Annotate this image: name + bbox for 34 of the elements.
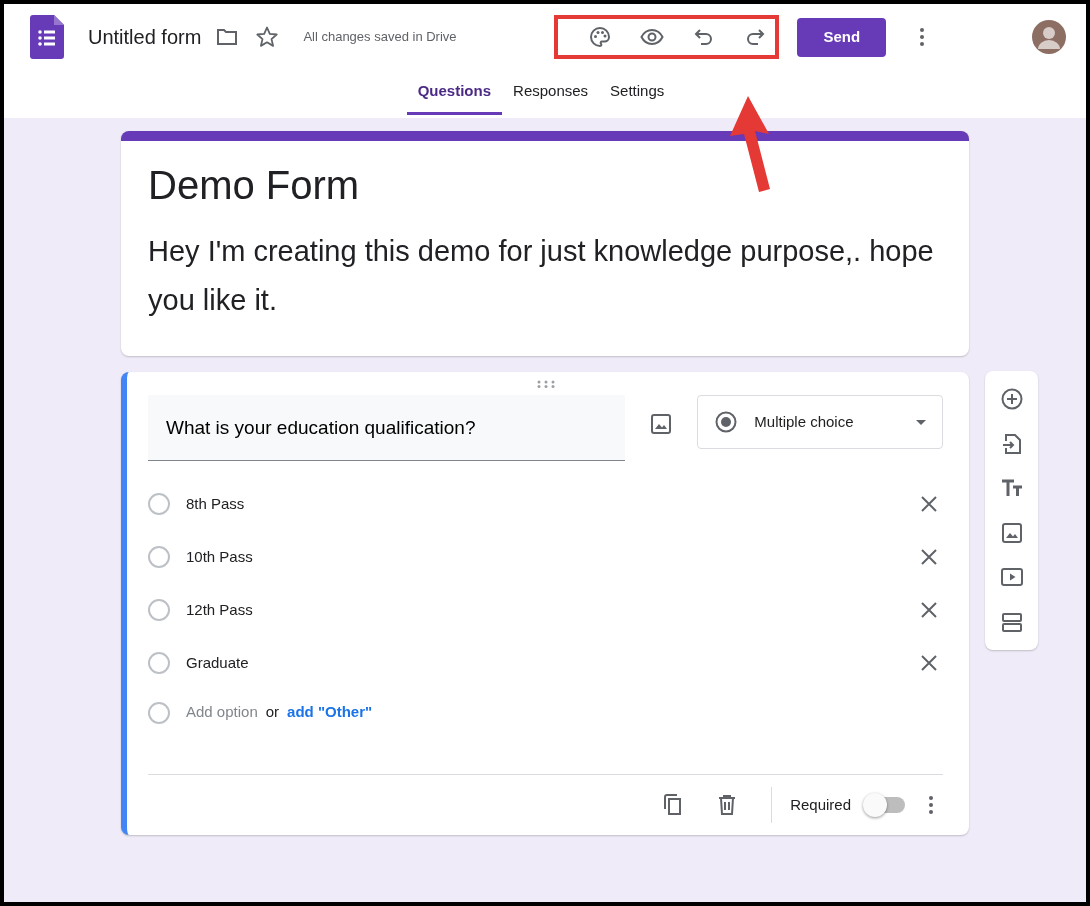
question-field[interactable]: What is your education qualification?	[148, 395, 626, 462]
tab[interactable]: Questions	[406, 70, 503, 115]
option-text[interactable]: 8th Pass	[186, 492, 245, 516]
palette-icon[interactable]	[588, 25, 613, 49]
caret-icon	[916, 419, 926, 425]
image-icon[interactable]	[999, 520, 1024, 545]
or-text: or	[265, 702, 280, 723]
form-title[interactable]: Demo Form	[148, 161, 942, 209]
tab[interactable]: Settings	[599, 70, 676, 115]
forms-logo-icon[interactable]	[30, 15, 64, 59]
send-button[interactable]: Send	[797, 17, 887, 57]
question-type-label: Multiple choice	[754, 412, 854, 433]
radio-circle	[148, 701, 170, 724]
radio-circle[interactable]	[148, 598, 170, 621]
required-label: Required	[790, 794, 851, 815]
option-text[interactable]: 12th Pass	[186, 598, 253, 622]
form-description[interactable]: Hey I'm creating this demo for just knowledge purpose,. hope you like it.	[148, 227, 942, 326]
option-text[interactable]: 10th Pass	[186, 545, 253, 569]
add-other-link[interactable]: add "Other"	[287, 701, 373, 724]
radio-circle[interactable]	[148, 545, 170, 568]
image-icon[interactable]	[649, 412, 674, 437]
star-icon[interactable]	[255, 25, 280, 49]
drag-handle-icon[interactable]	[536, 379, 555, 388]
radio-selected-icon	[714, 410, 739, 435]
add-circle-icon[interactable]	[999, 387, 1024, 411]
tab[interactable]: Responses	[502, 70, 600, 115]
option-text[interactable]: Graduate	[186, 651, 249, 675]
question-type-dropdown[interactable]: Multiple choice	[697, 395, 943, 450]
radio-circle[interactable]	[148, 492, 170, 515]
document-title[interactable]: Untitled form	[88, 22, 202, 52]
radio-circle[interactable]	[148, 651, 170, 674]
save-status: All changes saved in Drive	[303, 28, 457, 47]
avatar-icon[interactable]	[1032, 20, 1066, 54]
add-option-text[interactable]: Add option	[186, 701, 258, 724]
